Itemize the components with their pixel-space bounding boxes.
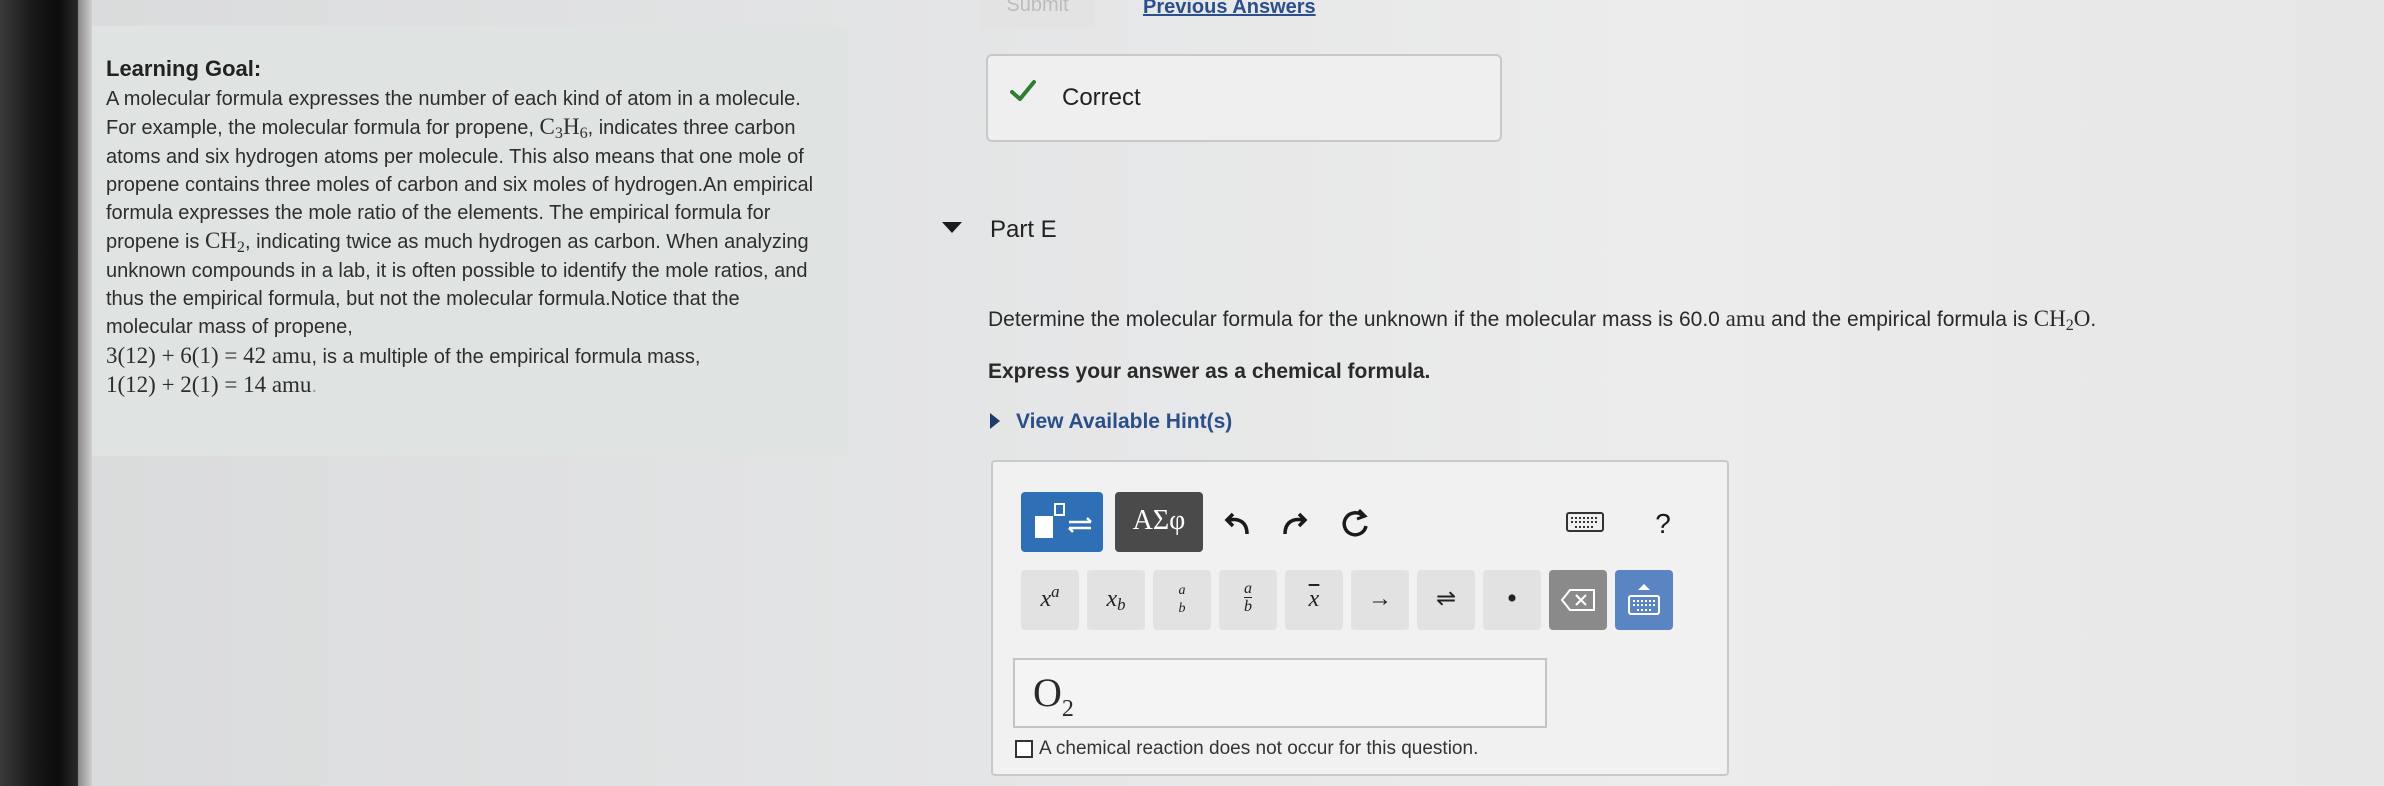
help-button[interactable]: ? <box>1645 506 1681 542</box>
answer-input[interactable]: O2 <box>1013 658 1547 728</box>
answer-instruction: Express your answer as a chemical formul… <box>988 360 1431 383</box>
molecular-mass-equation: 3(12) + 6(1) = 42 amu <box>106 342 312 368</box>
feedback-status: Correct <box>1062 84 1141 111</box>
no-reaction-label: A chemical reaction does not occur for t… <box>1039 738 1479 759</box>
propene-empirical-formula: CH2 <box>204 228 245 257</box>
subscript-key[interactable]: xb <box>1087 570 1145 630</box>
question-pre: Determine the molecular formula for the … <box>988 308 1726 331</box>
overbar-key[interactable]: x <box>1285 570 1343 630</box>
backspace-key[interactable] <box>1549 570 1607 630</box>
keyboard-icon[interactable] <box>1563 506 1607 542</box>
templates-button[interactable] <box>1021 492 1103 552</box>
monitor-bezel-edge <box>78 0 92 786</box>
answer-element: O <box>1033 670 1062 715</box>
answer-widget: ΑΣφ ? xa xb ab ab x → ⇌ • O2 A chemical … <box>991 460 1729 776</box>
dot-key[interactable]: • <box>1483 570 1541 630</box>
expand-triangle-icon[interactable] <box>990 413 1000 429</box>
collapse-triangle-icon[interactable] <box>942 222 962 233</box>
superscript-key[interactable]: xa <box>1021 570 1079 630</box>
greek-symbols-button[interactable]: ΑΣφ <box>1115 492 1203 552</box>
small-fraction-key[interactable]: ab <box>1153 570 1211 630</box>
equilibrium-arrow-key[interactable]: ⇌ <box>1417 570 1475 630</box>
view-hints-link[interactable]: View Available Hint(s) <box>1016 410 1232 434</box>
learning-goal-title: Learning Goal: <box>106 56 262 81</box>
redo-icon[interactable] <box>1277 506 1313 542</box>
template-icon <box>1035 503 1092 538</box>
question-unit: amu <box>1725 306 1766 331</box>
checkmark-icon <box>1010 80 1036 101</box>
monitor-bezel <box>0 0 78 786</box>
fraction-key[interactable]: ab <box>1219 570 1277 630</box>
undo-icon[interactable] <box>1219 506 1255 542</box>
backspace-icon <box>1560 589 1595 611</box>
empirical-mass-equation: 1(12) + 2(1) = 14 amu <box>106 371 312 397</box>
question-empirical-formula: CH2O <box>2033 306 2091 334</box>
question-text: Determine the molecular formula for the … <box>988 306 2097 334</box>
no-reaction-option[interactable]: A chemical reaction does not occur for t… <box>1015 738 1478 760</box>
submit-button[interactable]: Submit <box>980 0 1095 28</box>
keyboard-toggle-icon <box>1628 584 1660 615</box>
propene-formula: C3H6 <box>539 114 588 143</box>
learning-goal-text: A molecular formula expresses the number… <box>106 85 826 400</box>
question-post: . <box>2090 308 2097 331</box>
part-title[interactable]: Part E <box>990 216 1057 244</box>
reset-icon[interactable] <box>1337 506 1373 542</box>
goal-text-p4: , is a multiple of the empirical formula… <box>311 345 701 368</box>
feedback-box: Correct <box>986 54 1502 142</box>
toggle-keyboard-key[interactable] <box>1615 570 1673 630</box>
goal-text-p5: . <box>311 374 317 397</box>
question-mid: and the empirical formula is <box>1765 308 2034 331</box>
previous-answers-link[interactable]: Previous Answers <box>1143 0 1316 19</box>
answer-subscript: 2 <box>1061 696 1074 722</box>
no-reaction-checkbox[interactable] <box>1015 740 1033 758</box>
learning-goal-panel: Learning Goal: A molecular formula expre… <box>92 26 848 456</box>
reaction-arrow-key[interactable]: → <box>1351 570 1409 630</box>
